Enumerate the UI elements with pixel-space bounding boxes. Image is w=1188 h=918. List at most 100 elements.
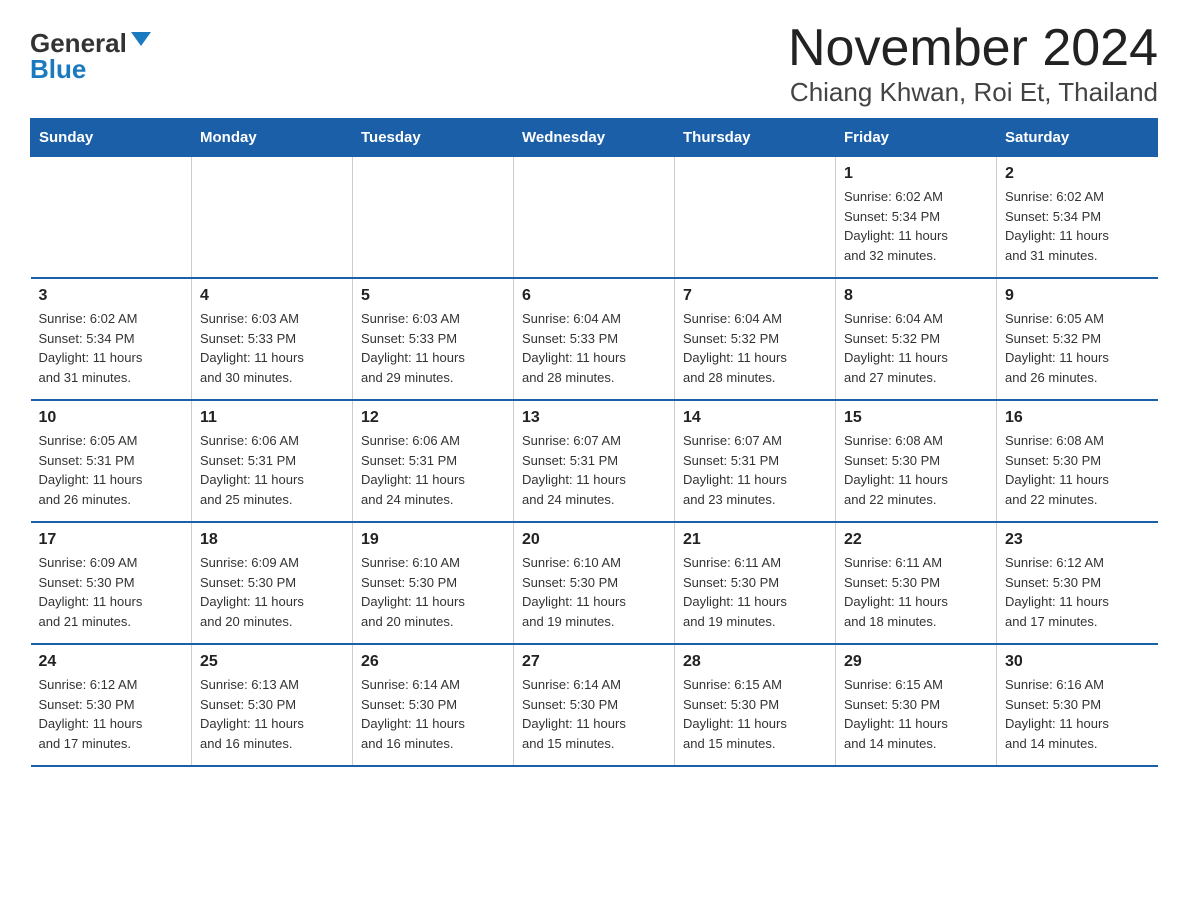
- page-subtitle: Chiang Khwan, Roi Et, Thailand: [788, 77, 1158, 108]
- calendar-header-row: Sunday Monday Tuesday Wednesday Thursday…: [31, 119, 1158, 157]
- calendar-cell-week2-day4: 6 Sunrise: 6:04 AM Sunset: 5:33 PM Daylig…: [514, 278, 675, 400]
- day-number: 30: [1005, 653, 1150, 671]
- day-number: 23: [1005, 531, 1150, 549]
- calendar-cell-week5-day3: 26 Sunrise: 6:14 AM Sunset: 5:30 PM Dayli…: [353, 644, 514, 766]
- col-wednesday: Wednesday: [514, 119, 675, 157]
- day-number: 16: [1005, 409, 1150, 427]
- calendar-cell-week3-day2: 11 Sunrise: 6:06 AM Sunset: 5:31 PM Dayli…: [192, 400, 353, 522]
- title-block: November 2024 Chiang Khwan, Roi Et, Thai…: [788, 20, 1158, 108]
- day-number: 10: [39, 409, 184, 427]
- day-number: 14: [683, 409, 827, 427]
- day-number: 20: [522, 531, 666, 549]
- day-info: Sunrise: 6:06 AM Sunset: 5:31 PM Dayligh…: [361, 431, 505, 509]
- day-number: 15: [844, 409, 988, 427]
- col-thursday: Thursday: [675, 119, 836, 157]
- page-header: General Blue November 2024 Chiang Khwan,…: [30, 20, 1158, 108]
- calendar-cell-week1-day5: [675, 157, 836, 279]
- day-info: Sunrise: 6:15 AM Sunset: 5:30 PM Dayligh…: [844, 675, 988, 753]
- calendar-week-5: 24 Sunrise: 6:12 AM Sunset: 5:30 PM Dayli…: [31, 644, 1158, 766]
- day-number: 26: [361, 653, 505, 671]
- day-number: 24: [39, 653, 184, 671]
- calendar-cell-week4-day7: 23 Sunrise: 6:12 AM Sunset: 5:30 PM Dayli…: [997, 522, 1158, 644]
- day-number: 21: [683, 531, 827, 549]
- calendar-cell-week1-day4: [514, 157, 675, 279]
- day-number: 7: [683, 287, 827, 305]
- calendar-table: Sunday Monday Tuesday Wednesday Thursday…: [30, 118, 1158, 767]
- calendar-cell-week1-day2: [192, 157, 353, 279]
- calendar-cell-week2-day6: 8 Sunrise: 6:04 AM Sunset: 5:32 PM Daylig…: [836, 278, 997, 400]
- day-number: 17: [39, 531, 184, 549]
- day-number: 18: [200, 531, 344, 549]
- day-info: Sunrise: 6:02 AM Sunset: 5:34 PM Dayligh…: [1005, 187, 1150, 265]
- day-info: Sunrise: 6:12 AM Sunset: 5:30 PM Dayligh…: [1005, 553, 1150, 631]
- day-number: 22: [844, 531, 988, 549]
- day-info: Sunrise: 6:04 AM Sunset: 5:33 PM Dayligh…: [522, 309, 666, 387]
- day-number: 2: [1005, 165, 1150, 183]
- day-info: Sunrise: 6:07 AM Sunset: 5:31 PM Dayligh…: [522, 431, 666, 509]
- day-info: Sunrise: 6:07 AM Sunset: 5:31 PM Dayligh…: [683, 431, 827, 509]
- day-number: 11: [200, 409, 344, 427]
- calendar-cell-week5-day2: 25Sunrise: 6:13 AM Sunset: 5:30 PM Dayli…: [192, 644, 353, 766]
- day-info: Sunrise: 6:10 AM Sunset: 5:30 PM Dayligh…: [522, 553, 666, 631]
- day-number: 5: [361, 287, 505, 305]
- calendar-cell-week4-day1: 17 Sunrise: 6:09 AM Sunset: 5:30 PM Dayli…: [31, 522, 192, 644]
- day-info: Sunrise: 6:04 AM Sunset: 5:32 PM Dayligh…: [844, 309, 988, 387]
- calendar-cell-week4-day4: 20 Sunrise: 6:10 AM Sunset: 5:30 PM Dayli…: [514, 522, 675, 644]
- page-title: November 2024: [788, 20, 1158, 77]
- calendar-cell-week1-day7: 2 Sunrise: 6:02 AM Sunset: 5:34 PM Daylig…: [997, 157, 1158, 279]
- calendar-cell-week4-day3: 19 Sunrise: 6:10 AM Sunset: 5:30 PM Dayli…: [353, 522, 514, 644]
- calendar-cell-week3-day6: 15Sunrise: 6:08 AM Sunset: 5:30 PM Dayli…: [836, 400, 997, 522]
- calendar-cell-week1-day3: [353, 157, 514, 279]
- day-info: Sunrise: 6:15 AM Sunset: 5:30 PM Dayligh…: [683, 675, 827, 753]
- col-saturday: Saturday: [997, 119, 1158, 157]
- calendar-week-2: 3Sunrise: 6:02 AM Sunset: 5:34 PM Daylig…: [31, 278, 1158, 400]
- col-monday: Monday: [192, 119, 353, 157]
- day-info: Sunrise: 6:09 AM Sunset: 5:30 PM Dayligh…: [200, 553, 344, 631]
- day-number: 8: [844, 287, 988, 305]
- col-tuesday: Tuesday: [353, 119, 514, 157]
- day-info: Sunrise: 6:11 AM Sunset: 5:30 PM Dayligh…: [683, 553, 827, 631]
- day-info: Sunrise: 6:06 AM Sunset: 5:31 PM Dayligh…: [200, 431, 344, 509]
- logo-blue-text: Blue: [30, 56, 86, 82]
- day-number: 4: [200, 287, 344, 305]
- calendar-cell-week5-day5: 28 Sunrise: 6:15 AM Sunset: 5:30 PM Dayli…: [675, 644, 836, 766]
- day-info: Sunrise: 6:05 AM Sunset: 5:32 PM Dayligh…: [1005, 309, 1150, 387]
- day-info: Sunrise: 6:03 AM Sunset: 5:33 PM Dayligh…: [361, 309, 505, 387]
- calendar-cell-week5-day1: 24 Sunrise: 6:12 AM Sunset: 5:30 PM Dayli…: [31, 644, 192, 766]
- calendar-cell-week3-day7: 16Sunrise: 6:08 AM Sunset: 5:30 PM Dayli…: [997, 400, 1158, 522]
- calendar-cell-week3-day5: 14 Sunrise: 6:07 AM Sunset: 5:31 PM Dayli…: [675, 400, 836, 522]
- day-number: 13: [522, 409, 666, 427]
- day-info: Sunrise: 6:02 AM Sunset: 5:34 PM Dayligh…: [39, 309, 184, 387]
- day-info: Sunrise: 6:05 AM Sunset: 5:31 PM Dayligh…: [39, 431, 184, 509]
- calendar-week-3: 10 Sunrise: 6:05 AM Sunset: 5:31 PM Dayli…: [31, 400, 1158, 522]
- calendar-cell-week2-day7: 9Sunrise: 6:05 AM Sunset: 5:32 PM Daylig…: [997, 278, 1158, 400]
- calendar-cell-week3-day3: 12 Sunrise: 6:06 AM Sunset: 5:31 PM Dayli…: [353, 400, 514, 522]
- day-info: Sunrise: 6:03 AM Sunset: 5:33 PM Dayligh…: [200, 309, 344, 387]
- calendar-cell-week5-day7: 30 Sunrise: 6:16 AM Sunset: 5:30 PM Dayli…: [997, 644, 1158, 766]
- day-info: Sunrise: 6:02 AM Sunset: 5:34 PM Dayligh…: [844, 187, 988, 265]
- day-info: Sunrise: 6:14 AM Sunset: 5:30 PM Dayligh…: [361, 675, 505, 753]
- calendar-week-1: 1 Sunrise: 6:02 AM Sunset: 5:34 PM Daylig…: [31, 157, 1158, 279]
- calendar-cell-week2-day1: 3Sunrise: 6:02 AM Sunset: 5:34 PM Daylig…: [31, 278, 192, 400]
- day-info: Sunrise: 6:10 AM Sunset: 5:30 PM Dayligh…: [361, 553, 505, 631]
- day-info: Sunrise: 6:12 AM Sunset: 5:30 PM Dayligh…: [39, 675, 184, 753]
- day-number: 1: [844, 165, 988, 183]
- day-number: 25: [200, 653, 344, 671]
- day-info: Sunrise: 6:16 AM Sunset: 5:30 PM Dayligh…: [1005, 675, 1150, 753]
- day-number: 28: [683, 653, 827, 671]
- calendar-cell-week4-day2: 18 Sunrise: 6:09 AM Sunset: 5:30 PM Dayli…: [192, 522, 353, 644]
- day-number: 19: [361, 531, 505, 549]
- col-sunday: Sunday: [31, 119, 192, 157]
- day-number: 27: [522, 653, 666, 671]
- day-number: 29: [844, 653, 988, 671]
- calendar-cell-week4-day6: 22Sunrise: 6:11 AM Sunset: 5:30 PM Dayli…: [836, 522, 997, 644]
- day-info: Sunrise: 6:09 AM Sunset: 5:30 PM Dayligh…: [39, 553, 184, 631]
- day-number: 12: [361, 409, 505, 427]
- logo-general-text: General: [30, 30, 127, 56]
- calendar-week-4: 17 Sunrise: 6:09 AM Sunset: 5:30 PM Dayli…: [31, 522, 1158, 644]
- calendar-cell-week2-day2: 4 Sunrise: 6:03 AM Sunset: 5:33 PM Daylig…: [192, 278, 353, 400]
- day-number: 6: [522, 287, 666, 305]
- calendar-cell-week2-day5: 7Sunrise: 6:04 AM Sunset: 5:32 PM Daylig…: [675, 278, 836, 400]
- calendar-cell-week5-day4: 27Sunrise: 6:14 AM Sunset: 5:30 PM Dayli…: [514, 644, 675, 766]
- calendar-cell-week3-day1: 10 Sunrise: 6:05 AM Sunset: 5:31 PM Dayli…: [31, 400, 192, 522]
